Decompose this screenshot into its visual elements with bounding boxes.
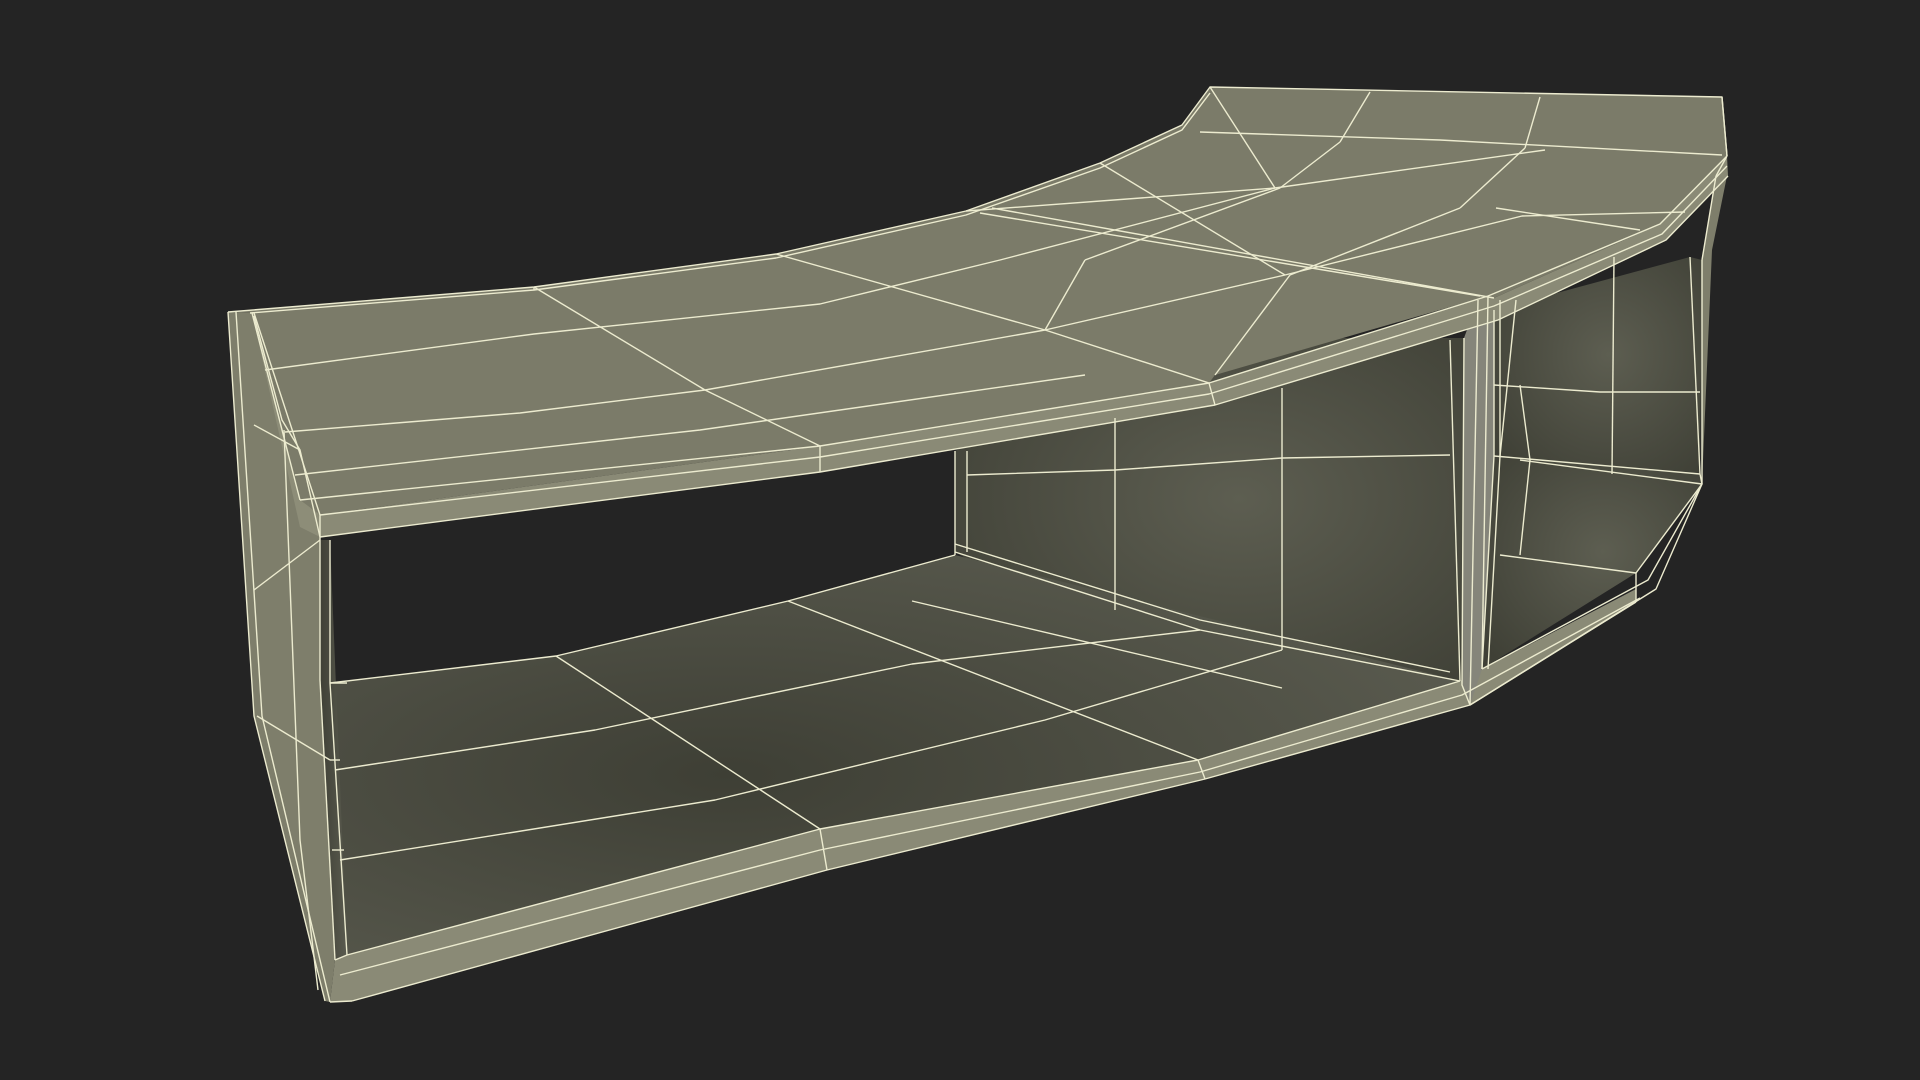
3d-viewport[interactable]: [0, 0, 1920, 1080]
inner-right-lower: [1482, 456, 1702, 669]
model-render: [227, 86, 1729, 1003]
